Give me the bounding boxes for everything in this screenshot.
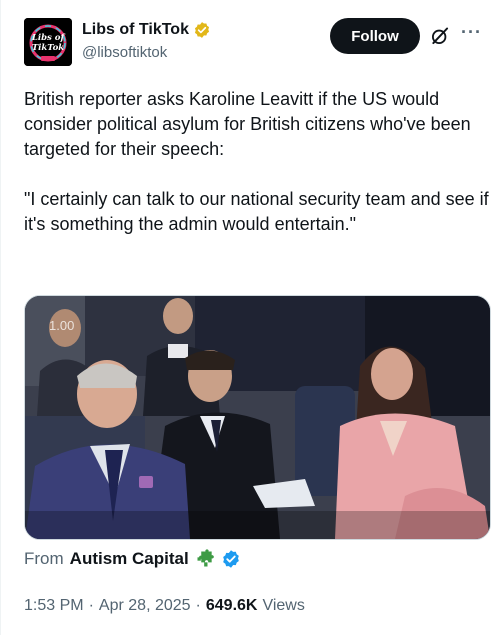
avatar-text-top: Libs of	[31, 33, 66, 43]
video-player[interactable]: 1.00	[24, 295, 491, 540]
views-label: Views	[262, 597, 305, 614]
tweet-header: Libs of TikTok Libs of TikTok @libsoftik…	[24, 18, 484, 70]
attribution-source-link[interactable]: Autism Capital	[70, 549, 189, 569]
tweet-meta: 1:53 PM · Apr 28, 2025 · 649.6K Views	[24, 597, 305, 615]
views-count: 649.6K	[205, 597, 258, 614]
blue-verified-badge-icon[interactable]	[221, 549, 241, 569]
avatar-logo-icon: Libs of TikTok	[24, 18, 72, 66]
author-display-name[interactable]: Libs of TikTok	[82, 20, 189, 40]
tweet-time[interactable]: 1:53 PM	[24, 597, 84, 615]
avatar[interactable]: Libs of TikTok	[24, 18, 72, 66]
video-frame-image	[25, 296, 490, 539]
puzzle-piece-icon	[197, 549, 214, 567]
gold-verified-badge-icon[interactable]	[193, 21, 211, 39]
more-options-icon[interactable]: ···	[461, 22, 482, 43]
attribution-prefix: From	[24, 549, 64, 568]
grok-icon[interactable]	[430, 26, 450, 46]
follow-button[interactable]: Follow	[330, 18, 420, 54]
author-handle[interactable]: @libsoftiktok	[82, 44, 211, 61]
author-name-row: Libs of TikTok	[82, 20, 211, 40]
left-border	[0, 0, 1, 635]
attribution-line: From Autism Capital	[24, 549, 241, 569]
playback-rate-label: 1.00	[49, 318, 75, 333]
author-info: Libs of TikTok @libsoftiktok	[82, 20, 211, 61]
tweet-paragraph: "I certainly can talk to our national se…	[24, 189, 489, 234]
avatar-text-bottom: TikTok	[32, 43, 64, 53]
tweet-date[interactable]: Apr 28, 2025	[99, 597, 191, 615]
meta-separator: ·	[88, 597, 94, 614]
tweet-paragraph: British reporter asks Karoline Leavitt i…	[24, 89, 471, 159]
meta-separator: ·	[195, 597, 201, 614]
tweet-text: British reporter asks Karoline Leavitt i…	[24, 87, 489, 237]
